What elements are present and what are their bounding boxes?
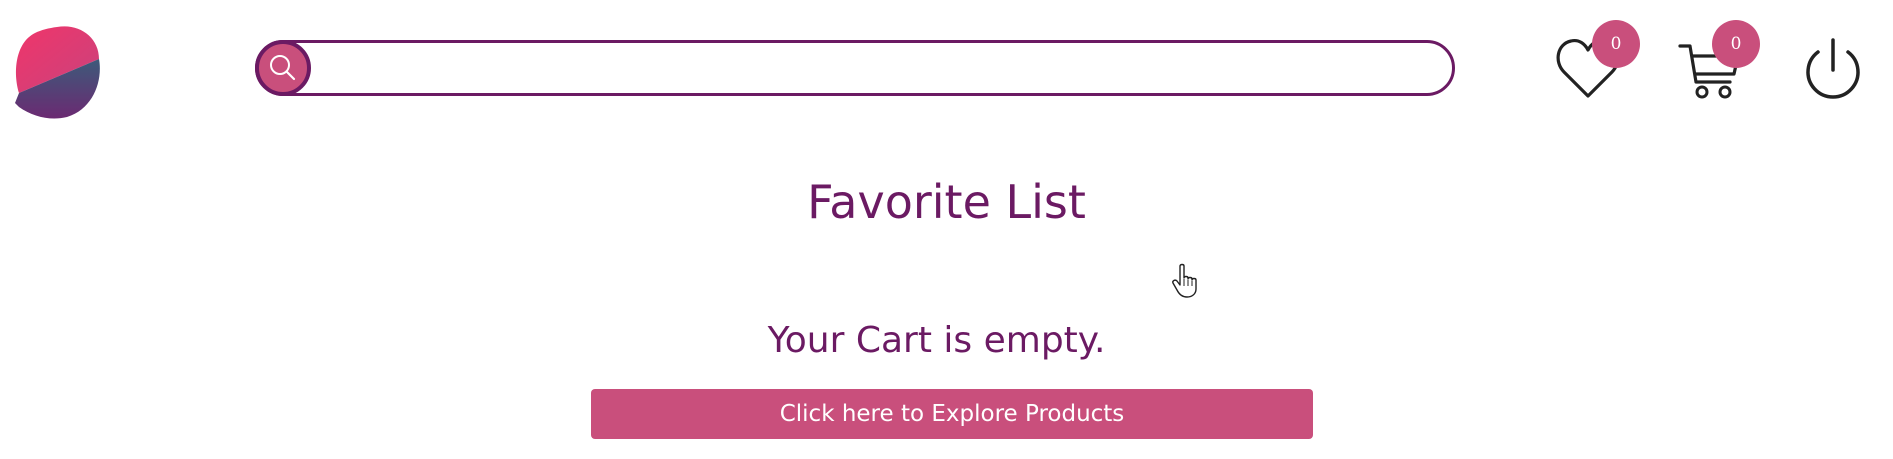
page-title: Favorite List [807,175,1086,229]
search-bar [255,40,1455,96]
hand-cursor-icon [1172,263,1197,298]
favorites-count: 0 [1610,34,1622,54]
search-icon [270,55,296,81]
cart-count: 0 [1730,34,1742,54]
power-icon [1806,38,1860,99]
page: 0 0 Favorite List Your Cart is empty. Cl… [0,0,1893,459]
favorites-button[interactable]: 0 [1556,20,1640,104]
explore-products-button[interactable]: Click here to Explore Products [591,389,1313,439]
empty-cart-message: Your Cart is empty. [767,320,1106,361]
power-button[interactable] [1798,32,1868,104]
cart-count-badge: 0 [1712,20,1760,68]
search-button[interactable] [255,40,311,96]
cart-button[interactable]: 0 [1678,20,1760,104]
search-input[interactable] [320,49,1432,89]
favorites-count-badge: 0 [1592,20,1640,68]
brand-logo-icon[interactable] [13,21,101,121]
